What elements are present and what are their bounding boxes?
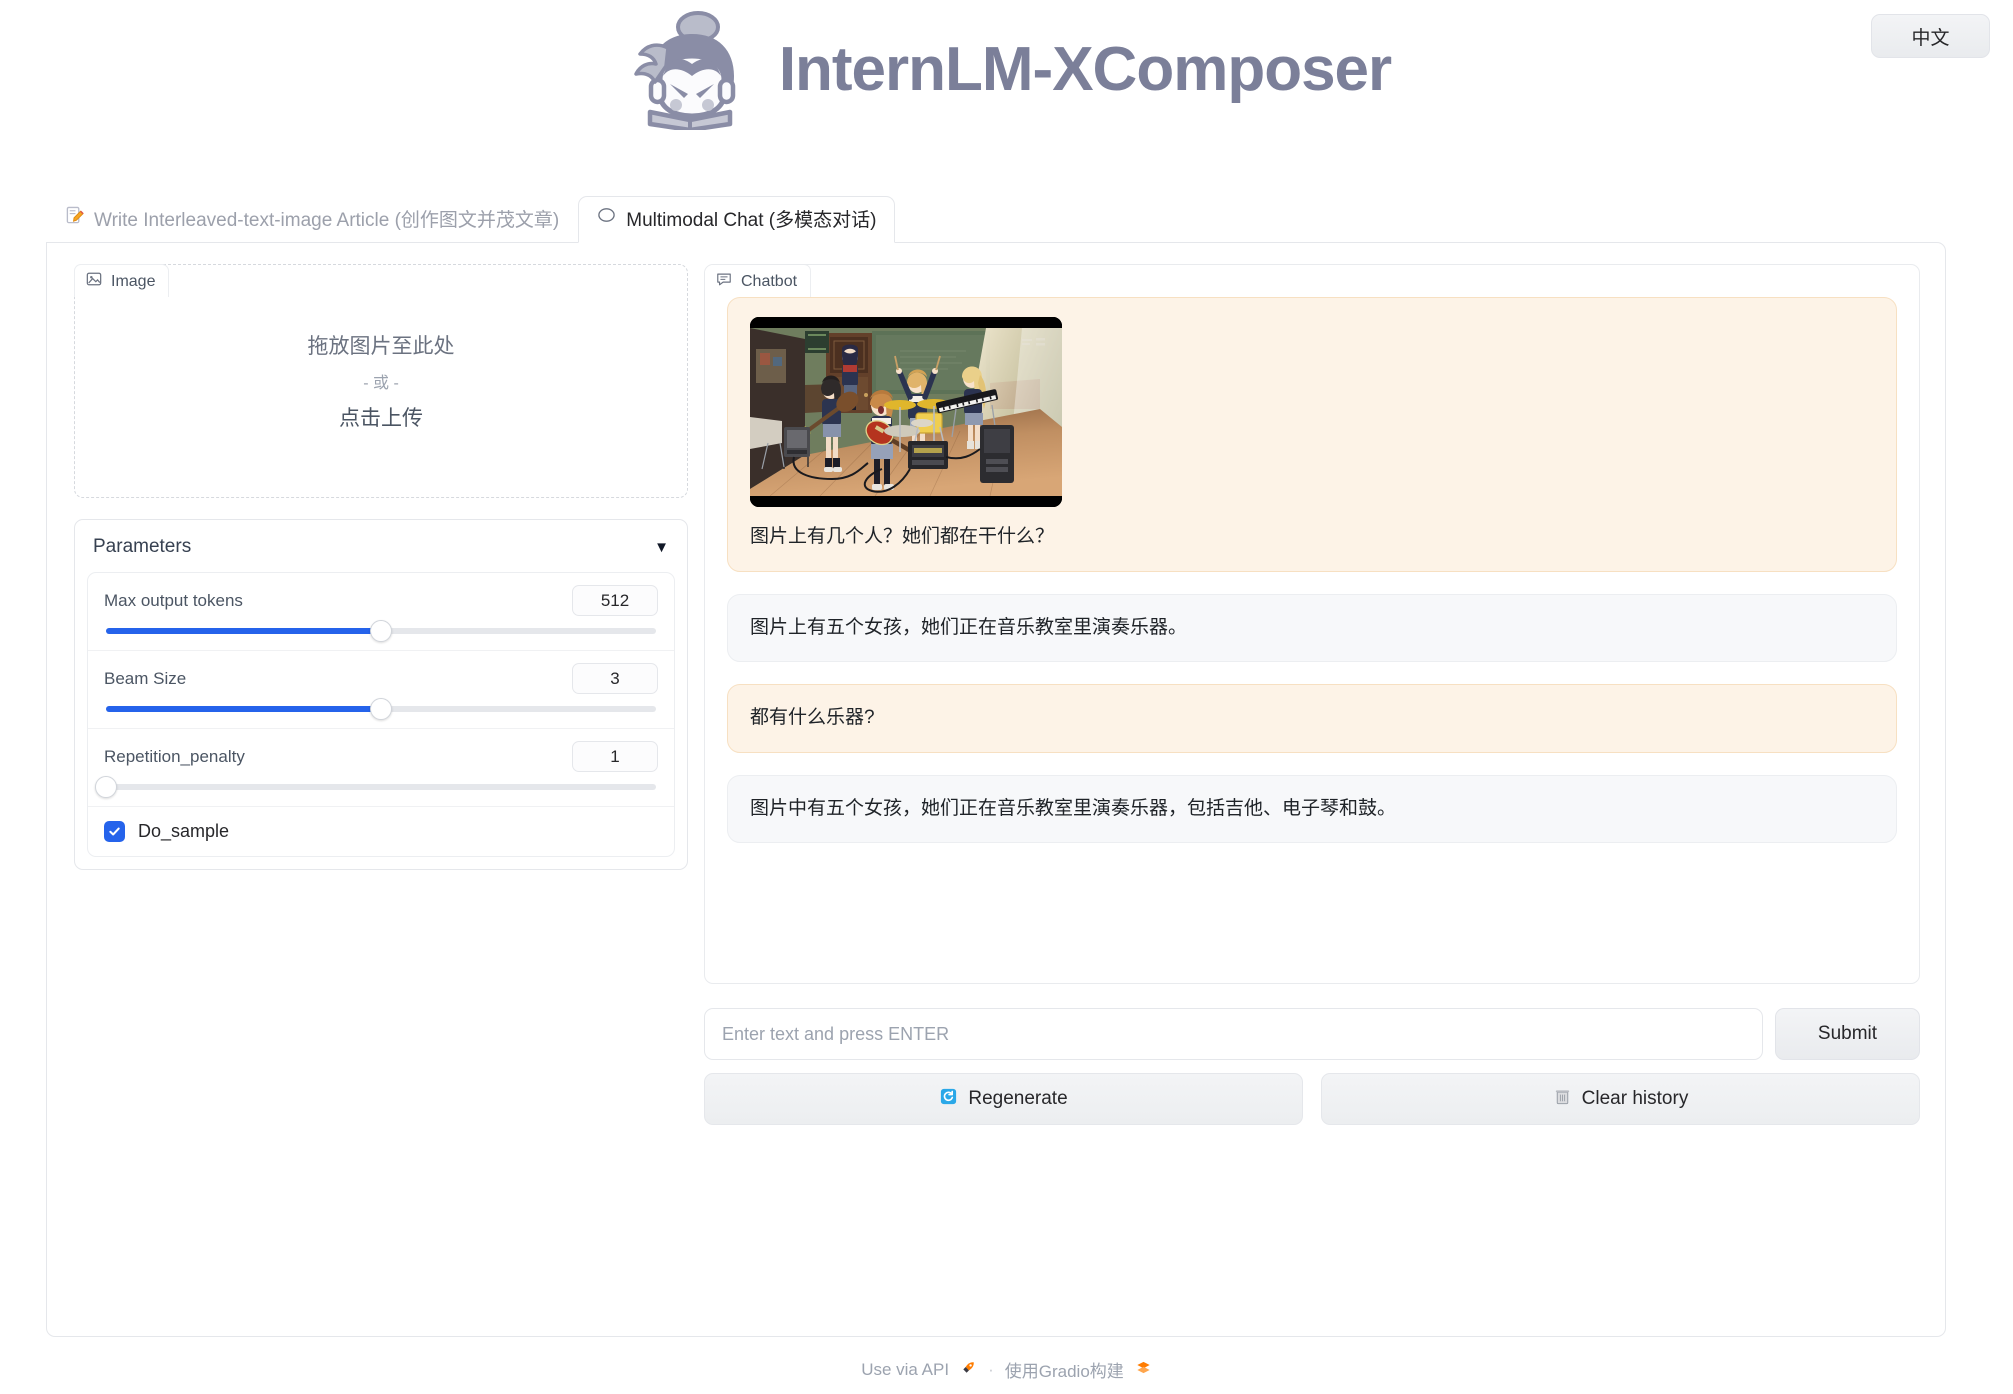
rocket-icon [960, 1359, 977, 1381]
chat-text-input[interactable] [704, 1008, 1763, 1060]
parameters-panel: Parameters ▼ Max output tokens 512 Beam … [74, 519, 688, 870]
tab-bar: Write Interleaved-text-image Article (创作… [46, 196, 896, 243]
right-column: Chatbot 图片上有几个人？她们都在干什么？ 图片上有五个女孩，她们正在音乐… [704, 264, 1920, 984]
footer-separator: · [988, 1359, 994, 1379]
chat-message-text: 图片上有几个人？她们都在干什么？ [750, 526, 1055, 547]
regenerate-button[interactable]: Regenerate [704, 1073, 1303, 1125]
memo-pencil-icon [65, 206, 84, 231]
page-title: InternLM-XComposer [778, 35, 1392, 104]
tab-write-article[interactable]: Write Interleaved-text-image Article (创作… [46, 196, 578, 243]
chatbot-block-label: Chatbot [705, 265, 812, 297]
chat-message-bot-1: 图片上有五个女孩，她们正在音乐教室里演奏乐器。 [727, 593, 1897, 662]
chatbot-panel: Chatbot 图片上有几个人？她们都在干什么？ 图片上有五个女孩，她们正在音乐… [704, 264, 1920, 984]
chat-panel-icon [716, 271, 732, 292]
tab-multimodal-chat[interactable]: Multimodal Chat (多模态对话) [578, 196, 896, 243]
do-sample-checkbox[interactable] [104, 821, 125, 842]
chat-message-text: 图片中有五个女孩，她们正在音乐教室里演奏乐器，包括吉他、电子琴和鼓。 [750, 797, 1397, 819]
image-placeholder-icon [86, 271, 102, 292]
app-root: 中文 InternLM-XComposer Write Interleaved-… [0, 0, 2013, 1394]
chat-bubble-icon [597, 206, 616, 231]
chatbot-block-label-text: Chatbot [741, 272, 798, 290]
slider-beam-size-handle[interactable] [370, 698, 392, 720]
main-panel: Image 拖放图片至此处 - 或 - 点击上传 Parameters ▼ Ma… [46, 242, 1946, 1337]
slider-max-output-tokens-value[interactable]: 512 [572, 585, 658, 616]
parameters-header[interactable]: Parameters ▼ [75, 520, 687, 572]
image-upload-dropzone[interactable]: Image 拖放图片至此处 - 或 - 点击上传 [74, 264, 688, 498]
regenerate-button-label: Regenerate [968, 1088, 1068, 1109]
slider-beam-size-value[interactable]: 3 [572, 663, 658, 694]
slider-repetition-penalty: Repetition_penalty 1 [88, 729, 674, 807]
chat-message-user-2: 都有什么乐器? [727, 684, 1897, 753]
anime-band-classroom-photo[interactable] [750, 317, 1062, 507]
submit-button[interactable]: Submit [1775, 1008, 1920, 1060]
left-column: Image 拖放图片至此处 - 或 - 点击上传 Parameters ▼ Ma… [74, 264, 688, 870]
dropzone-primary-text: 拖放图片至此处 [307, 335, 455, 358]
slider-max-output-tokens: Max output tokens 512 [88, 573, 674, 651]
clear-history-button-label: Clear history [1581, 1088, 1689, 1109]
chat-input-row: Submit [704, 1008, 1920, 1060]
slider-beam-size-label: Beam Size [104, 668, 187, 688]
dropzone-upload-text[interactable]: 点击上传 [339, 402, 423, 432]
slider-beam-size-fill [106, 706, 381, 712]
clear-history-button[interactable]: Clear history [1321, 1073, 1920, 1125]
do-sample-row[interactable]: Do_sample [88, 807, 674, 856]
gradio-logo-icon [1135, 1359, 1152, 1381]
slider-repetition-penalty-value[interactable]: 1 [572, 741, 658, 772]
tab-write-article-label: Write Interleaved-text-image Article (创作… [94, 210, 560, 231]
chevron-down-icon[interactable]: ▼ [654, 539, 669, 556]
tab-multimodal-chat-label: Multimodal Chat (多模态对话) [626, 210, 877, 231]
slider-repetition-penalty-handle[interactable] [95, 776, 117, 798]
chat-message-image[interactable] [750, 317, 1874, 507]
slider-repetition-penalty-label: Repetition_penalty [104, 746, 245, 766]
intern-monk-logo-icon [622, 10, 757, 133]
do-sample-label: Do_sample [138, 821, 230, 841]
image-block-label: Image [74, 264, 170, 297]
slider-max-output-tokens-track[interactable] [106, 620, 656, 642]
dropzone-or-text: - 或 - [363, 375, 399, 392]
slider-max-output-tokens-fill [106, 628, 381, 634]
refresh-icon [939, 1087, 958, 1112]
chat-message-user-1: 图片上有几个人？她们都在干什么？ [727, 297, 1897, 572]
built-with-gradio-link[interactable]: 使用Gradio构建 [1005, 1357, 1124, 1382]
parameters-title: Parameters [93, 536, 192, 557]
slider-repetition-penalty-track[interactable] [95, 776, 656, 798]
chat-action-row: Regenerate Clear history [704, 1073, 1920, 1125]
slider-beam-size: Beam Size 3 [88, 651, 674, 729]
slider-beam-size-track[interactable] [106, 698, 656, 720]
footer: Use via API · 使用Gradio构建 [0, 1357, 2013, 1382]
image-block-label-text: Image [111, 272, 156, 290]
parameters-body: Max output tokens 512 Beam Size 3 Repeti… [87, 572, 675, 857]
slider-max-output-tokens-handle[interactable] [370, 620, 392, 642]
chat-message-text: 图片上有五个女孩，她们正在音乐教室里演奏乐器。 [750, 616, 1188, 638]
chat-message-text: 都有什么乐器? [750, 707, 875, 728]
trash-icon [1553, 1087, 1572, 1112]
use-via-api-link[interactable]: Use via API [861, 1360, 949, 1380]
app-header: InternLM-XComposer [0, 0, 2013, 140]
chat-message-bot-2: 图片中有五个女孩，她们正在音乐教室里演奏乐器，包括吉他、电子琴和鼓。 [727, 774, 1897, 843]
slider-max-output-tokens-label: Max output tokens [104, 590, 243, 610]
